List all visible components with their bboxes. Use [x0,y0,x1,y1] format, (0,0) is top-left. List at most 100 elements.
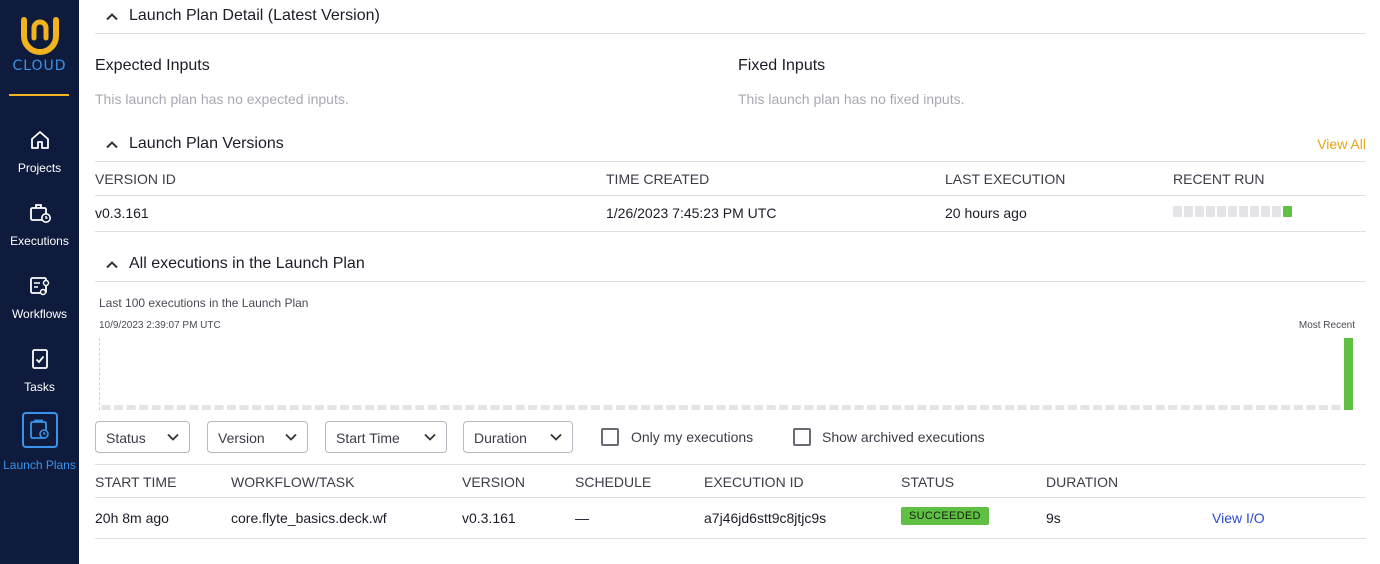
execution-bar-empty [841,405,851,410]
execution-bar-empty [277,405,287,410]
chevron-up-icon[interactable] [105,10,119,24]
status-filter[interactable]: Status [95,421,190,453]
recent-run-empty [1250,206,1259,217]
executions-bar-chart [99,338,1354,410]
only-my-executions-checkbox[interactable] [601,428,619,446]
union-cloud-logo[interactable]: CLOUD [0,12,79,98]
section-title: All executions in the Launch Plan [129,255,365,272]
execution-bar-empty [854,405,864,410]
execution-bar-empty [327,405,337,410]
execution-bar-empty [302,405,312,410]
execution-bar-empty [440,405,450,410]
chevron-up-icon[interactable] [105,138,119,152]
execution-bar-empty [1105,405,1115,410]
execution-bar-empty [1067,405,1077,410]
execution-bar-empty [189,405,199,410]
execution-bar-empty [628,405,638,410]
only-my-executions-label[interactable]: Only my executions [631,429,753,445]
execution-bar-empty [666,405,676,410]
view-all-link[interactable]: View All [1317,136,1366,152]
execution-bar-empty [1293,405,1303,410]
chart-start-label: 10/9/2023 2:39:07 PM UTC [99,320,221,331]
start-time-filter[interactable]: Start Time [325,421,447,453]
view-io-link[interactable]: View I/O [1212,510,1265,526]
sidebar-item-workflows[interactable]: Workflows [0,274,79,340]
execution-bar-empty [779,405,789,410]
table-row[interactable]: 20h 8m ago core.flyte_basics.deck.wf v0.… [95,498,1366,539]
sidebar-item-launch-plans[interactable]: Launch Plans [0,412,79,478]
execution-bar-empty [867,405,877,410]
fixed-inputs-empty: This launch plan has no fixed inputs. [738,91,965,107]
execution-bar-empty [452,405,462,410]
table-row[interactable]: v0.3.161 1/26/2023 7:45:23 PM UTC 20 hou… [95,196,1366,232]
section-title: Launch Plan Versions [129,135,284,152]
execution-bar-empty [1155,405,1165,410]
execution-bar-empty [754,405,764,410]
column-header: STATUS [901,474,955,490]
recent-run-empty [1239,206,1248,217]
execution-version: v0.3.161 [462,510,516,526]
execution-bar-empty [528,405,538,410]
execution-bar-empty [565,405,575,410]
execution-bar-empty [1005,405,1015,410]
recent-run-succeeded[interactable] [1283,206,1292,217]
execution-bar-empty [603,405,613,410]
execution-bar-empty [1318,405,1328,410]
execution-bar-empty [1042,405,1052,410]
version-filter[interactable]: Version [207,421,308,453]
duration-filter[interactable]: Duration [463,421,573,453]
section-title: Launch Plan Detail (Latest Version) [129,7,380,24]
execution-bar-empty [264,405,274,410]
recent-run-empty [1184,206,1193,217]
sidebar-item-executions[interactable]: Executions [0,201,79,267]
execution-bar-empty [239,405,249,410]
show-archived-label[interactable]: Show archived executions [822,429,985,445]
launch-plan-icon [29,419,49,439]
chevron-up-icon[interactable] [105,258,119,272]
execution-bar-empty [427,405,437,410]
execution-id[interactable]: a7j46jd6stt9c8jtjc9s [704,510,826,526]
recent-run-empty [1272,206,1281,217]
all-executions-header[interactable]: All executions in the Launch Plan [95,248,1366,282]
version-id[interactable]: v0.3.161 [95,205,149,221]
execution-bar-empty [1218,405,1228,410]
execution-bar-empty [176,405,186,410]
execution-bar-empty [314,405,324,410]
column-header: VERSION ID [95,171,176,187]
show-archived-checkbox[interactable] [793,428,811,446]
column-header: DURATION [1046,474,1119,490]
execution-bar-empty [929,405,939,410]
execution-bar-empty [164,405,174,410]
column-header: START TIME [95,474,177,490]
execution-bar-empty [678,405,688,410]
execution-bar-empty [766,405,776,410]
executions-table-header: START TIME WORKFLOW/TASK VERSION SCHEDUL… [95,464,1366,498]
workflow-name[interactable]: core.flyte_basics.deck.wf [231,510,387,526]
status-badge: SUCCEEDED [901,507,989,525]
execution-bar-succeeded[interactable] [1343,338,1353,410]
execution-bar-empty [1306,405,1316,410]
executions-bars [101,338,1353,410]
recent-run-empty [1261,206,1270,217]
sidebar-item-projects[interactable]: Projects [0,128,79,194]
execution-bar-empty [904,405,914,410]
execution-bar-empty [791,405,801,410]
execution-bar-empty [377,405,387,410]
execution-bar-empty [339,405,349,410]
execution-bar-empty [1268,405,1278,410]
sidebar-item-tasks[interactable]: Tasks [0,347,79,413]
filter-label: Start Time [336,430,400,446]
execution-bar-empty [716,405,726,410]
launch-plan-versions-header[interactable]: Launch Plan Versions View All [95,128,1366,162]
execution-bar-empty [390,405,400,410]
execution-bar-empty [829,405,839,410]
execution-bar-empty [1080,405,1090,410]
task-check-icon [31,349,48,369]
execution-bar-empty [703,405,713,410]
execution-bar-empty [1118,405,1128,410]
execution-bar-empty [352,405,362,410]
launch-plan-detail-header[interactable]: Launch Plan Detail (Latest Version) [95,0,1366,34]
duration: 9s [1046,510,1061,526]
execution-bar-empty [942,405,952,410]
execution-bar-empty [151,405,161,410]
